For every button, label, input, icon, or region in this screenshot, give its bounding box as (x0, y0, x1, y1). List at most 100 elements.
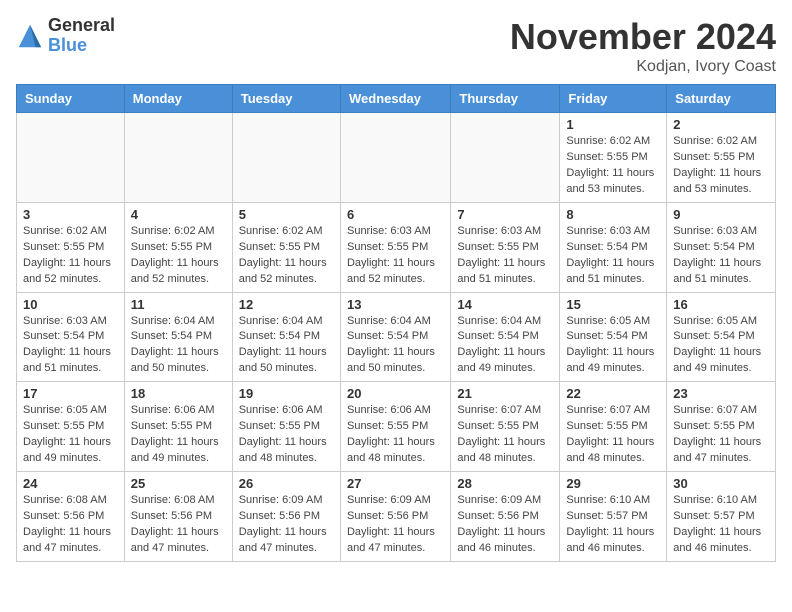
day-number: 6 (347, 207, 444, 222)
week-row-1: 1 Sunrise: 6:02 AMSunset: 5:55 PMDaylight… (17, 113, 776, 203)
day-info: Sunrise: 6:03 AMSunset: 5:54 PMDaylight:… (673, 224, 769, 288)
day-info: Sunrise: 6:06 AMSunset: 5:55 PMDaylight:… (131, 403, 226, 467)
calendar-cell: 19 Sunrise: 6:06 AMSunset: 5:55 PMDayligh… (232, 382, 340, 472)
day-info: Sunrise: 6:10 AMSunset: 5:57 PMDaylight:… (566, 493, 660, 557)
week-row-4: 17 Sunrise: 6:05 AMSunset: 5:55 PMDayligh… (17, 382, 776, 472)
day-number: 2 (673, 117, 769, 132)
calendar-cell: 25Sunrise: 6:08 AMSunset: 5:56 PMDayligh… (124, 472, 232, 562)
week-row-5: 24 Sunrise: 6:08 AMSunset: 5:56 PMDayligh… (17, 472, 776, 562)
calendar-cell: 2 Sunrise: 6:02 AMSunset: 5:55 PMDaylight… (667, 113, 776, 203)
day-info: Sunrise: 6:03 AMSunset: 5:55 PMDaylight:… (347, 224, 444, 288)
day-info: Sunrise: 6:07 AMSunset: 5:55 PMDaylight:… (457, 403, 553, 467)
day-info: Sunrise: 6:03 AMSunset: 5:55 PMDaylight:… (457, 224, 553, 288)
calendar-cell: 7 Sunrise: 6:03 AMSunset: 5:55 PMDaylight… (451, 202, 560, 292)
calendar-cell (451, 113, 560, 203)
calendar-cell: 11 Sunrise: 6:04 AMSunset: 5:54 PMDayligh… (124, 292, 232, 382)
day-number: 13 (347, 297, 444, 312)
calendar-cell: 13 Sunrise: 6:04 AMSunset: 5:54 PMDayligh… (340, 292, 450, 382)
day-info: Sunrise: 6:08 AMSunset: 5:56 PMDaylight:… (131, 493, 226, 557)
calendar-cell: 30 Sunrise: 6:10 AMSunset: 5:57 PMDayligh… (667, 472, 776, 562)
day-number: 1 (566, 117, 660, 132)
day-number: 15 (566, 297, 660, 312)
day-info: Sunrise: 6:07 AMSunset: 5:55 PMDaylight:… (673, 403, 769, 467)
day-number: 12 (239, 297, 334, 312)
weekday-header-row: SundayMondayTuesdayWednesdayThursdayFrid… (17, 85, 776, 113)
day-number: 29 (566, 476, 660, 491)
day-number: 7 (457, 207, 553, 222)
title-block: November 2024 Kodjan, Ivory Coast (510, 16, 776, 76)
day-number: 11 (131, 297, 226, 312)
weekday-header-monday: Monday (124, 85, 232, 113)
day-number: 20 (347, 386, 444, 401)
calendar-cell: 29 Sunrise: 6:10 AMSunset: 5:57 PMDayligh… (560, 472, 667, 562)
day-info: Sunrise: 6:04 AMSunset: 5:54 PMDaylight:… (347, 314, 444, 378)
day-number: 27 (347, 476, 444, 491)
location-title: Kodjan, Ivory Coast (510, 58, 776, 76)
day-number: 22 (566, 386, 660, 401)
calendar-cell: 20 Sunrise: 6:06 AMSunset: 5:55 PMDayligh… (340, 382, 450, 472)
calendar-cell: 6 Sunrise: 6:03 AMSunset: 5:55 PMDaylight… (340, 202, 450, 292)
month-title: November 2024 (510, 16, 776, 58)
week-row-3: 10Sunrise: 6:03 AMSunset: 5:54 PMDayligh… (17, 292, 776, 382)
logo: General Blue (16, 16, 115, 56)
day-number: 3 (23, 207, 118, 222)
day-info: Sunrise: 6:06 AMSunset: 5:55 PMDaylight:… (347, 403, 444, 467)
day-number: 4 (131, 207, 226, 222)
day-info: Sunrise: 6:02 AMSunset: 5:55 PMDaylight:… (239, 224, 334, 288)
day-number: 17 (23, 386, 118, 401)
calendar-cell: 28 Sunrise: 6:09 AMSunset: 5:56 PMDayligh… (451, 472, 560, 562)
day-info: Sunrise: 6:02 AMSunset: 5:55 PMDaylight:… (566, 134, 660, 198)
day-info: Sunrise: 6:05 AMSunset: 5:54 PMDaylight:… (566, 314, 660, 378)
day-number: 5 (239, 207, 334, 222)
day-info: Sunrise: 6:08 AMSunset: 5:56 PMDaylight:… (23, 493, 118, 557)
day-info: Sunrise: 6:04 AMSunset: 5:54 PMDaylight:… (131, 314, 226, 378)
day-number: 21 (457, 386, 553, 401)
calendar-cell: 12 Sunrise: 6:04 AMSunset: 5:54 PMDayligh… (232, 292, 340, 382)
day-info: Sunrise: 6:06 AMSunset: 5:55 PMDaylight:… (239, 403, 334, 467)
day-info: Sunrise: 6:09 AMSunset: 5:56 PMDaylight:… (347, 493, 444, 557)
calendar-table: SundayMondayTuesdayWednesdayThursdayFrid… (16, 84, 776, 562)
calendar-cell: 22 Sunrise: 6:07 AMSunset: 5:55 PMDayligh… (560, 382, 667, 472)
calendar-cell: 26Sunrise: 6:09 AMSunset: 5:56 PMDayligh… (232, 472, 340, 562)
calendar-cell: 5 Sunrise: 6:02 AMSunset: 5:55 PMDaylight… (232, 202, 340, 292)
calendar-cell: 14Sunrise: 6:04 AMSunset: 5:54 PMDayligh… (451, 292, 560, 382)
day-number: 24 (23, 476, 118, 491)
day-info: Sunrise: 6:05 AMSunset: 5:55 PMDaylight:… (23, 403, 118, 467)
calendar-cell (17, 113, 125, 203)
day-number: 8 (566, 207, 660, 222)
day-info: Sunrise: 6:04 AMSunset: 5:54 PMDaylight:… (239, 314, 334, 378)
calendar-cell: 17 Sunrise: 6:05 AMSunset: 5:55 PMDayligh… (17, 382, 125, 472)
weekday-header-friday: Friday (560, 85, 667, 113)
day-number: 14 (457, 297, 553, 312)
day-info: Sunrise: 6:05 AMSunset: 5:54 PMDaylight:… (673, 314, 769, 378)
day-number: 30 (673, 476, 769, 491)
calendar-cell: 3Sunrise: 6:02 AMSunset: 5:55 PMDaylight… (17, 202, 125, 292)
day-number: 16 (673, 297, 769, 312)
calendar-cell: 10Sunrise: 6:03 AMSunset: 5:54 PMDayligh… (17, 292, 125, 382)
day-number: 19 (239, 386, 334, 401)
week-row-2: 3 Sunrise: 6:02 AMSunset: 5:55 PMDaylight… (17, 202, 776, 292)
day-info: Sunrise: 6:07 AMSunset: 5:55 PMDaylight:… (566, 403, 660, 467)
day-info: Sunrise: 6:09 AMSunset: 5:56 PMDaylight:… (457, 493, 553, 557)
day-number: 9 (673, 207, 769, 222)
calendar-cell (340, 113, 450, 203)
calendar-cell (232, 113, 340, 203)
calendar-cell: 15 Sunrise: 6:05 AMSunset: 5:54 PMDayligh… (560, 292, 667, 382)
logo-general-text: General (48, 16, 115, 36)
weekday-header-sunday: Sunday (17, 85, 125, 113)
day-number: 28 (457, 476, 553, 491)
page-header: General Blue November 2024 Kodjan, Ivory… (16, 16, 776, 76)
logo-blue-text: Blue (48, 36, 115, 56)
logo-icon (16, 22, 44, 50)
day-info: Sunrise: 6:03 AMSunset: 5:54 PMDaylight:… (566, 224, 660, 288)
day-info: Sunrise: 6:03 AMSunset: 5:54 PMDaylight:… (23, 314, 118, 378)
calendar-cell: 16 Sunrise: 6:05 AMSunset: 5:54 PMDayligh… (667, 292, 776, 382)
calendar-cell: 4 Sunrise: 6:02 AMSunset: 5:55 PMDaylight… (124, 202, 232, 292)
calendar-cell: 23Sunrise: 6:07 AMSunset: 5:55 PMDayligh… (667, 382, 776, 472)
day-info: Sunrise: 6:10 AMSunset: 5:57 PMDaylight:… (673, 493, 769, 557)
calendar-cell: 24 Sunrise: 6:08 AMSunset: 5:56 PMDayligh… (17, 472, 125, 562)
weekday-header-wednesday: Wednesday (340, 85, 450, 113)
calendar-cell: 27 Sunrise: 6:09 AMSunset: 5:56 PMDayligh… (340, 472, 450, 562)
day-info: Sunrise: 6:02 AMSunset: 5:55 PMDaylight:… (673, 134, 769, 198)
day-info: Sunrise: 6:02 AMSunset: 5:55 PMDaylight:… (131, 224, 226, 288)
